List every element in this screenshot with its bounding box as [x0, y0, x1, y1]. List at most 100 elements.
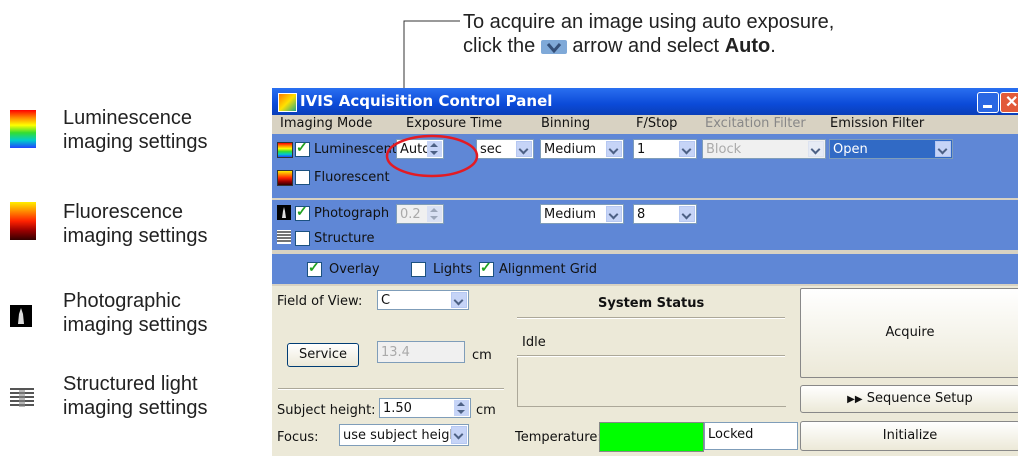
callout-text: To acquire an image using auto exposure,…: [463, 10, 834, 58]
service-button[interactable]: Service: [287, 343, 359, 367]
structure-checkbox[interactable]: [295, 231, 310, 246]
window-title: IVIS Acquisition Control Panel: [300, 92, 553, 110]
legend-line: imaging settings: [63, 397, 208, 419]
app-icon: [278, 93, 297, 112]
focus-label: Focus:: [277, 430, 319, 445]
overlay-label: Overlay: [329, 262, 380, 277]
exposure-units-select[interactable]: sec: [476, 139, 534, 159]
overlay-checkbox[interactable]: [307, 259, 322, 277]
photograph-checkbox[interactable]: [295, 203, 310, 221]
callout-pre: click the: [463, 35, 536, 57]
fluorescence-icon: [277, 170, 293, 186]
lights-checkbox[interactable]: [411, 262, 426, 277]
photograph-binning-select[interactable]: Medium: [540, 204, 624, 224]
service-unit: cm: [472, 348, 492, 363]
fstop-value: 1: [637, 142, 646, 157]
legend-fluorescence: Fluorescence imaging settings: [63, 200, 208, 248]
divider: [278, 388, 504, 390]
system-status-value: Idle: [522, 335, 546, 350]
header-imaging-mode: Imaging Mode: [280, 116, 373, 131]
close-button[interactable]: ✕: [1000, 92, 1018, 113]
structured-light-icon: [277, 230, 291, 244]
acquire-button[interactable]: Acquire: [800, 288, 1018, 378]
photograph-exposure-value: 0.2: [400, 207, 421, 222]
spinner-arrows-icon[interactable]: [427, 206, 442, 222]
callout-line-1: To acquire an image using auto exposure,: [463, 11, 835, 33]
subject-height-spinner[interactable]: 1.50: [379, 398, 471, 418]
legend-line: Photographic: [63, 290, 181, 312]
photograph-exposure-spinner[interactable]: 0.2: [396, 204, 444, 224]
lights-label: Lights: [433, 262, 473, 277]
temperature-state: Locked: [704, 422, 798, 450]
photograph-icon: [10, 305, 32, 327]
fast-forward-icon: ▶▶: [847, 394, 863, 405]
chevron-down-icon[interactable]: [679, 206, 695, 222]
field-of-view-select[interactable]: C: [377, 290, 469, 310]
temperature-label: Temperature:: [515, 430, 602, 445]
initialize-button[interactable]: Initialize: [800, 421, 1018, 451]
field-of-view-value: C: [381, 293, 391, 308]
dropdown-arrow-icon: [540, 39, 567, 54]
service-height-field: 13.4: [377, 341, 465, 363]
subject-height-unit: cm: [476, 403, 496, 418]
fluorescent-label: Fluorescent: [314, 170, 390, 185]
header-exposure-time: Exposure Time: [406, 116, 503, 131]
close-icon: ✕: [1005, 94, 1018, 111]
sequence-setup-button[interactable]: ▶▶ Sequence Setup: [800, 385, 1018, 413]
emission-filter-select[interactable]: Open: [829, 139, 953, 159]
luminescent-fstop-select[interactable]: 1: [633, 139, 697, 159]
binning-value: Medium: [544, 142, 596, 157]
fstop-value: 8: [637, 207, 646, 222]
legend-line: imaging settings: [63, 314, 208, 336]
minimize-button[interactable]: [977, 92, 999, 113]
legend-line: Structured light: [63, 373, 198, 395]
exposure-units-value: sec: [480, 142, 502, 157]
callout-mid: arrow and select: [572, 35, 720, 57]
alignment-grid-label: Alignment Grid: [499, 262, 598, 277]
luminescent-checkbox[interactable]: [295, 139, 310, 157]
chevron-down-icon[interactable]: [451, 426, 467, 444]
spinner-arrows-icon[interactable]: [454, 400, 469, 416]
alignment-grid-checkbox[interactable]: [479, 259, 494, 277]
acquisition-control-panel: IVIS Acquisition Control Panel ✕ Imaging…: [272, 88, 1018, 456]
legend-structured-light: Structured light imaging settings: [63, 372, 208, 420]
highlight-ellipse: [385, 134, 479, 178]
excitation-filter-select[interactable]: Block: [702, 139, 826, 159]
minimize-icon: [983, 105, 992, 108]
status-log-box: [517, 358, 786, 407]
legend-luminescence: Luminescence imaging settings: [63, 106, 208, 154]
header-emission-filter: Emission Filter: [830, 116, 925, 131]
chevron-down-icon[interactable]: [808, 141, 824, 157]
chevron-down-icon[interactable]: [516, 141, 532, 157]
legend-line: Luminescence: [63, 107, 192, 129]
fluorescence-icon: [10, 202, 36, 240]
chevron-down-icon[interactable]: [606, 206, 622, 222]
divider: [517, 317, 785, 319]
photograph-icon: [277, 205, 291, 220]
structure-label: Structure: [314, 231, 375, 246]
photograph-fstop-select[interactable]: 8: [633, 204, 697, 224]
header-binning: Binning: [541, 116, 591, 131]
title-bar: IVIS Acquisition Control Panel ✕: [272, 88, 1018, 115]
chevron-down-icon[interactable]: [679, 141, 695, 157]
system-status-title: System Status: [598, 296, 705, 311]
overlay-section: Overlay Lights Alignment Grid: [272, 254, 1018, 284]
luminescent-binning-select[interactable]: Medium: [540, 139, 624, 159]
emission-value: Open: [833, 142, 868, 157]
excitation-value: Block: [706, 142, 742, 157]
chevron-down-icon[interactable]: [451, 292, 467, 308]
focus-select[interactable]: use subject height: [339, 424, 469, 446]
chevron-down-icon[interactable]: [606, 141, 622, 157]
subject-height-value: 1.50: [383, 401, 412, 416]
header-fstop: F/Stop: [636, 116, 678, 131]
focus-value: use subject height: [343, 428, 463, 443]
header-excitation-filter: Excitation Filter: [705, 116, 806, 131]
fluorescent-checkbox[interactable]: [295, 170, 310, 185]
callout-line-2: click the arrow and select Auto.: [463, 34, 834, 58]
photograph-label: Photograph: [314, 206, 390, 221]
callout-bold: Auto: [724, 35, 771, 57]
photograph-structure-section: Photograph 0.2 Medium 8 Structure: [272, 200, 1018, 250]
sequence-setup-label: Sequence Setup: [866, 391, 973, 406]
chevron-down-icon[interactable]: [935, 141, 951, 157]
luminescence-icon: [277, 142, 293, 158]
